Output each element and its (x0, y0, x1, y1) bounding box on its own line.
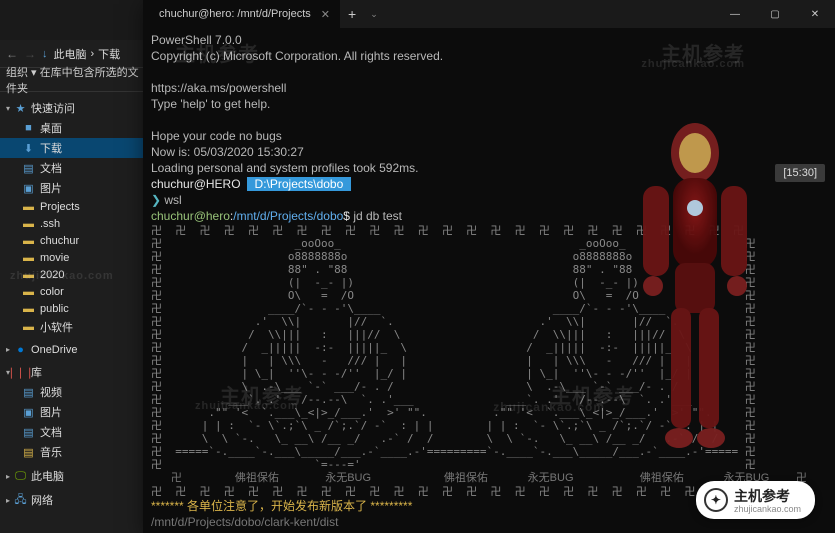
tree-item[interactable]: ▬ public (0, 300, 152, 317)
breadcrumb[interactable]: 此电脑›下载 (54, 46, 121, 62)
titlebar: chuchur@hero: /mnt/d/Projects ✕ + ⌄ ― ▢ … (143, 0, 835, 28)
folder-icon: ▬ (22, 200, 35, 213)
terminal-tab[interactable]: chuchur@hero: /mnt/d/Projects ✕ (143, 0, 340, 28)
terminal-window: chuchur@hero: /mnt/d/Projects ✕ + ⌄ ― ▢ … (143, 0, 835, 533)
tree-group-header[interactable]: ▸●OneDrive (0, 341, 152, 358)
bash-prompt-path: /mnt/d/Projects/dobo (233, 209, 343, 223)
back-button[interactable]: ← (6, 47, 18, 61)
tree-item[interactable]: ▬ chuchur (0, 232, 152, 249)
tree-item-label: 音乐 (40, 444, 62, 460)
tree-item-label: 图片 (40, 180, 62, 196)
ps-prompt-path: D:\Projects\dobo (247, 177, 350, 191)
tree-group-header[interactable]: ▾★快速访问 (0, 98, 152, 118)
music-icon: ▤ (22, 446, 35, 459)
tab-title: chuchur@hero: /mnt/d/Projects (159, 8, 311, 20)
tree-item-label: 2020 (40, 269, 64, 281)
tab-close-icon[interactable]: ✕ (321, 8, 330, 21)
ps-prompt-user: chuchur@HERO (151, 177, 241, 191)
img-icon: ▣ (22, 182, 35, 195)
tree-item[interactable]: ▤ 文档 (0, 422, 152, 442)
terminal-output[interactable]: PowerShell 7.0.0Copyright (c) Microsoft … (143, 28, 835, 533)
new-tab-button[interactable]: + (340, 6, 364, 22)
tree-item[interactable]: ▤ 文档 (0, 158, 152, 178)
tree-item[interactable]: ▬ color (0, 283, 152, 300)
tree-item-label: .ssh (40, 218, 60, 230)
time-badge: [15:30] (775, 164, 825, 182)
tree-item[interactable]: ▬ movie (0, 249, 152, 266)
tree-item[interactable]: ⬇ 下载 (0, 138, 152, 158)
tree-item-label: 文档 (40, 160, 62, 176)
terminal-line: Copyright (c) Microsoft Corporation. All… (151, 48, 827, 64)
tab-dropdown-icon[interactable]: ⌄ (364, 9, 384, 20)
tree-item[interactable]: ▤ 音乐 (0, 442, 152, 462)
tree-group-header[interactable]: ▾❘❘❘库 (0, 362, 152, 382)
folder-icon: ▬ (22, 302, 35, 315)
folder-icon: ▬ (22, 217, 35, 230)
window-close-button[interactable]: ✕ (795, 0, 835, 28)
tree-item[interactable]: ▬ .ssh (0, 215, 152, 232)
tree-item[interactable]: ▬ 2020 (0, 266, 152, 283)
tree-group-header[interactable]: ▸🖵此电脑 (0, 466, 152, 486)
tree-item-label: movie (40, 252, 69, 264)
forward-button[interactable]: → (24, 47, 36, 61)
doc-icon: ▤ (22, 426, 35, 439)
folder-icon: ▬ (22, 268, 35, 281)
tree-item[interactable]: ▣ 图片 (0, 178, 152, 198)
tree-item-label: 视频 (40, 384, 62, 400)
folder-icon: ▬ (22, 285, 35, 298)
img-icon: ▣ (22, 406, 35, 419)
terminal-line: PowerShell 7.0.0 (151, 32, 827, 48)
maximize-button[interactable]: ▢ (755, 0, 795, 28)
tree-item-label: color (40, 286, 64, 298)
tree-item-label: public (40, 303, 69, 315)
explorer-organize-toolbar[interactable]: 组织 ▾ 在库中包含所选的文件夹 (0, 68, 152, 92)
tree-item-label: chuchur (40, 235, 79, 247)
tree-item-label: 下载 (40, 140, 62, 156)
tree-item[interactable]: ▬ 小软件 (0, 317, 152, 337)
doc-icon: ▤ (22, 162, 35, 175)
watermark-badge: ✦ 主机参考 zhujicankao.com (696, 481, 815, 519)
tree-item-label: 小软件 (40, 319, 73, 335)
terminal-line: https://aka.ms/powershell (151, 80, 827, 96)
tree-item-label: 图片 (40, 404, 62, 420)
tree-item-label: Projects (40, 201, 80, 213)
ps-command: wsl (164, 193, 181, 207)
folder-icon: ▬ (22, 321, 35, 334)
bash-command: jd db test (353, 209, 402, 223)
folder-tree: ▾★快速访问 ■ 桌面 ⬇ 下载 ▤ 文档 ▣ 图片 ▬ Projects ▬ .ssh ▬ chuchur… (0, 92, 152, 533)
bash-prompt-user: chuchur@hero (151, 209, 230, 223)
tree-item[interactable]: ▣ 图片 (0, 402, 152, 422)
terminal-line (151, 64, 827, 80)
tree-item[interactable]: ▤ 视频 (0, 382, 152, 402)
tree-item[interactable]: ■ 桌面 (0, 118, 152, 138)
folder-icon: ▬ (22, 251, 35, 264)
minimize-button[interactable]: ― (715, 0, 755, 28)
file-explorer-sidebar: ← → ↓ 此电脑›下载 组织 ▾ 在库中包含所选的文件夹 ▾★快速访问 ■ 桌面 ⬇… (0, 40, 152, 533)
watermark-logo-icon: ✦ (704, 488, 728, 512)
ironman-background-image (595, 108, 795, 488)
desktop-icon: ■ (22, 122, 35, 135)
up-button[interactable]: ↓ (42, 48, 48, 60)
tree-item-label: 文档 (40, 424, 62, 440)
dl-icon: ⬇ (22, 142, 35, 155)
tree-group-header[interactable]: ▸🖧网络 (0, 490, 152, 510)
video-icon: ▤ (22, 386, 35, 399)
folder-icon: ▬ (22, 234, 35, 247)
tree-item-label: 桌面 (40, 120, 62, 136)
tree-item[interactable]: ▬ Projects (0, 198, 152, 215)
